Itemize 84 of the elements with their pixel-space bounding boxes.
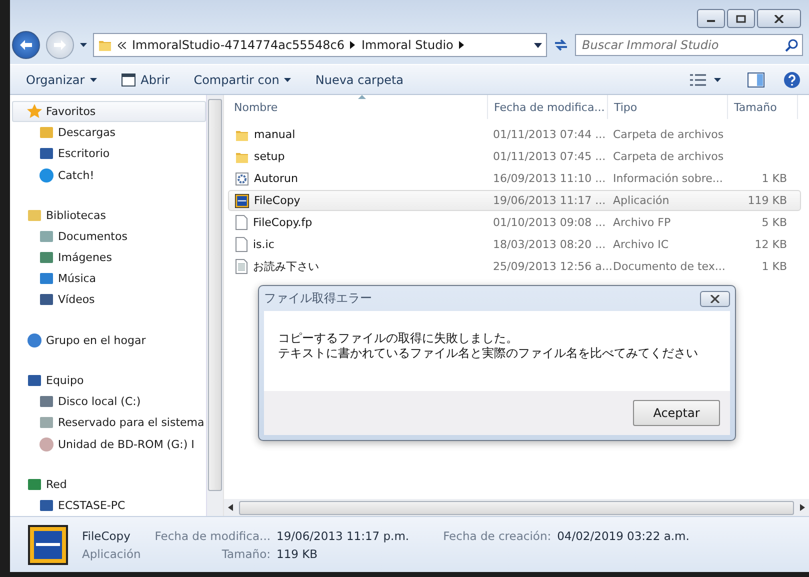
column-header[interactable]: Tipo (608, 95, 728, 119)
sidebar-item[interactable]: Música (12, 268, 206, 290)
close-button[interactable] (757, 9, 801, 28)
column-header[interactable]: Nombre (228, 95, 488, 119)
preview-pane-icon[interactable] (747, 72, 765, 88)
file-row[interactable]: is.ic 18/03/2013 08:20 ... Archivo IC 12 KB (228, 234, 801, 255)
detail-label: Tamaño: (220, 546, 270, 560)
detail-label: Fecha de modifica... (154, 528, 270, 542)
chevron-icon (118, 42, 126, 48)
view-list-icon[interactable] (690, 74, 706, 86)
toolbar-button[interactable]: Organizar (18, 68, 105, 90)
back-button[interactable] (12, 31, 40, 59)
close-icon (774, 14, 784, 22)
sidebar-item[interactable]: Red (12, 474, 206, 495)
dropdown-arrow-icon[interactable] (534, 42, 542, 48)
sidebar-item[interactable]: Descargas (12, 122, 206, 144)
maximize-button[interactable] (727, 9, 755, 28)
caret-icon (284, 78, 292, 82)
address-bar[interactable]: ImmoralStudio-4714774ac55548c6 Immoral Studio (93, 33, 547, 57)
detail-value: 119 KB (276, 546, 319, 560)
help-icon[interactable] (783, 70, 801, 88)
folder-icon (98, 38, 112, 52)
close-button[interactable] (700, 290, 730, 306)
file-name: FileCopy (82, 528, 132, 542)
back-arrow-icon (20, 40, 32, 50)
caret-icon (90, 78, 97, 82)
search-field[interactable]: Buscar Immoral Studio (575, 34, 803, 56)
app-icon (28, 524, 68, 564)
accept-button[interactable]: Aceptar (633, 400, 720, 426)
scrollbar[interactable] (206, 95, 223, 516)
dialog-message: コピーするファイルの取得に失敗しました。 (278, 331, 519, 346)
text-file-icon (235, 259, 248, 274)
file-row[interactable]: FileCopy 19/06/2013 11:17 ... Aplicación 119 KB (228, 190, 801, 211)
sidebar-item[interactable]: ECSTASE-PC (12, 494, 206, 516)
sidebar-item[interactable]: Unidad de BD-ROM (G:) I (12, 434, 206, 455)
toolbar-button[interactable]: Compartir con (186, 68, 300, 90)
forward-arrow-icon (54, 40, 66, 50)
detail-value: 19/06/2013 11:17 p.m. (276, 528, 410, 542)
file-row[interactable]: FileCopy.fp 01/10/2013 09:08 ... Archivo FP 5 KB (228, 212, 801, 233)
star-icon (27, 104, 42, 120)
breadcrumb-item[interactable]: Immoral Studio (361, 38, 454, 52)
detail-value: 04/02/2019 03:22 a.m. (557, 529, 690, 543)
minimize-button[interactable] (697, 9, 725, 28)
caret-icon (714, 78, 721, 82)
breadcrumb-arrow-icon (350, 41, 356, 49)
sidebar-item[interactable]: Equipo (12, 370, 206, 392)
settings-file-icon (235, 172, 249, 186)
maximize-icon (736, 14, 746, 22)
caret-icon (80, 43, 87, 47)
sidebar-item[interactable]: Escritorio (12, 143, 206, 164)
horizontal-scrollbar[interactable] (224, 499, 809, 516)
column-header[interactable]: Fecha de modifica... (488, 95, 608, 119)
file-icon (235, 215, 248, 230)
window-icon (120, 72, 136, 86)
column-header[interactable]: Tamaño (728, 95, 798, 119)
refresh-icon[interactable] (553, 37, 569, 53)
scroll-left-icon (228, 504, 233, 511)
sidebar-item[interactable]: Grupo en el hogar (12, 330, 206, 351)
sidebar-item[interactable]: Disco local (C:) (12, 391, 206, 412)
file-row[interactable]: お読み下さい 25/09/2013 12:56 a...Documento de tex... 1 KB (228, 256, 801, 277)
breadcrumb-arrow-icon (459, 41, 464, 49)
dialog-title: ファイル取得エラー (264, 290, 372, 307)
sidebar-item[interactable]: Favoritos (12, 101, 206, 122)
breadcrumb-item[interactable]: ImmoralStudio-4714774ac55548c6 (132, 38, 344, 52)
dialog-message: テキストに書かれているファイル名と実際のファイル名を比べてみてください (278, 346, 699, 361)
sidebar-item[interactable]: Documentos (12, 226, 206, 248)
sidebar-item[interactable]: Imágenes (12, 247, 206, 268)
sort-arrow-icon (358, 95, 366, 99)
toolbar-button[interactable]: Abrir (112, 68, 178, 90)
detail-label: Fecha de creación: (443, 529, 552, 543)
scroll-right-icon (800, 504, 805, 511)
file-row[interactable]: manual 01/11/2013 07:44 ... Carpeta de archivos (228, 124, 801, 145)
file-type: Aplicación (82, 546, 141, 560)
app-icon (235, 194, 249, 208)
sidebar-item[interactable]: Vídeos (12, 289, 206, 311)
sidebar-item[interactable]: Reservado para el sistema (12, 412, 206, 434)
file-row[interactable]: setup 01/11/2013 07:45 ... Carpeta de archivos (228, 146, 801, 167)
toolbar-button[interactable]: Nueva carpeta (307, 68, 412, 90)
search-icon (785, 39, 798, 52)
file-icon (235, 237, 248, 252)
sidebar-item[interactable]: Bibliotecas (12, 204, 206, 226)
close-icon (710, 294, 720, 302)
file-row[interactable]: Autorun 16/09/2013 11:10 ... Información sobre... 1 KB (228, 168, 801, 189)
sidebar-item[interactable]: Catch! (12, 164, 206, 186)
